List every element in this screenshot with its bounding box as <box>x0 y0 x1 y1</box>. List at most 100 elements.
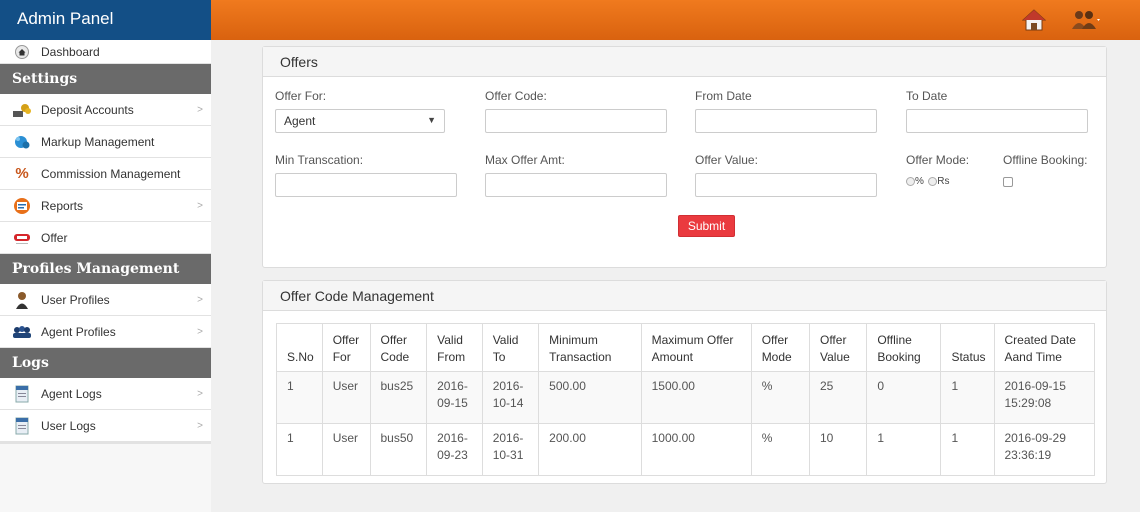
column-header: Offer Code <box>369 323 428 372</box>
table-cell: bus50 <box>369 423 428 476</box>
chevron-right-icon: > <box>197 294 203 305</box>
column-header: Offer Value <box>808 323 868 372</box>
column-header: Offer For <box>321 323 371 372</box>
sidebar-item-agent-logs[interactable]: Agent Logs > <box>0 378 211 410</box>
users-icon[interactable] <box>1070 9 1100 31</box>
table-cell: User <box>321 371 371 424</box>
offer-code-table: S.No Offer For Offer Code Valid From Valid To Min… <box>276 323 1095 476</box>
log-icon <box>12 385 32 403</box>
table-cell: 2016- 09-23 <box>426 423 483 476</box>
top-bar <box>211 0 1140 40</box>
table-row: 1 User bus50 2016- 09-23 2016- 10-31 200.00 1000… <box>276 423 1095 476</box>
offer-for-value: Agent <box>284 114 316 128</box>
submit-button[interactable]: Submit <box>678 215 735 237</box>
sidebar: Dashboard Settings Deposit Accounts > Ma… <box>0 40 211 512</box>
column-header: Created Date Aand Time <box>993 323 1095 372</box>
sidebar-item-label: Dashboard <box>41 44 100 59</box>
column-header: Valid From <box>426 323 483 372</box>
column-header: Minimum Transaction <box>538 323 642 372</box>
sidebar-item-commission-management[interactable]: % Commission Management <box>0 158 211 190</box>
table-cell: 2016- 10-14 <box>481 371 540 424</box>
ocm-panel-title: Offer Code Management <box>263 281 1106 311</box>
offer-icon <box>12 229 32 247</box>
min-transaction-input[interactable] <box>275 173 457 197</box>
table-cell: 1 <box>276 371 323 424</box>
deposit-icon <box>12 101 32 119</box>
offer-mode-rs-radio[interactable] <box>928 177 938 187</box>
sidebar-item-label: User Profiles <box>41 292 110 307</box>
offers-panel: Offers Offer For: Agent ▼ Offer Code: Fr… <box>262 46 1107 268</box>
offer-code-label: Offer Code: <box>485 89 547 103</box>
percent-icon: % <box>15 165 29 182</box>
table-cell: bus25 <box>369 371 428 424</box>
chevron-right-icon: > <box>197 420 203 431</box>
table-cell: % <box>750 423 810 476</box>
offer-value-input[interactable] <box>695 173 877 197</box>
sidebar-item-reports[interactable]: Reports > <box>0 190 211 222</box>
brand-title[interactable]: Admin Panel <box>0 0 211 40</box>
sidebar-item-label: Commission Management <box>41 166 181 181</box>
offer-code-input[interactable] <box>485 109 667 133</box>
sidebar-item-label: Agent Profiles <box>41 324 116 339</box>
offer-code-management-panel: Offer Code Management S.No Offer For Offer C… <box>262 280 1107 484</box>
sidebar-item-offer[interactable]: Offer <box>0 222 211 254</box>
table-cell: 1 <box>940 423 995 476</box>
table-cell: 200.00 <box>538 423 642 476</box>
table-cell: 1000.00 <box>640 423 752 476</box>
chevron-right-icon: > <box>197 104 203 115</box>
sidebar-item-user-logs[interactable]: User Logs > <box>0 410 211 442</box>
table-cell: 1 <box>940 371 995 424</box>
max-offer-input[interactable] <box>485 173 667 197</box>
to-date-input[interactable] <box>906 109 1088 133</box>
table-cell: 500.00 <box>538 371 642 424</box>
chevron-right-icon: > <box>197 326 203 337</box>
sidebar-item-markup-management[interactable]: Markup Management <box>0 126 211 158</box>
offline-booking-label: Offline Booking: <box>1003 153 1088 167</box>
table-cell: 1 <box>866 423 942 476</box>
max-offer-label: Max Offer Amt: <box>485 153 565 167</box>
column-header: Status <box>940 323 995 372</box>
sidebar-item-dashboard[interactable]: Dashboard <box>0 40 211 64</box>
column-header: Maximum Offer Amount <box>640 323 752 372</box>
chevron-right-icon: > <box>197 388 203 399</box>
sidebar-item-deposit-accounts[interactable]: Deposit Accounts > <box>0 94 211 126</box>
home-icon[interactable] <box>1022 9 1046 31</box>
column-header: Offline Booking <box>866 323 942 372</box>
offer-mode-percent-radio[interactable] <box>906 177 915 187</box>
table-cell: 1 <box>276 423 323 476</box>
caret-down-icon: ▼ <box>427 115 436 125</box>
sidebar-item-user-profiles[interactable]: User Profiles > <box>0 284 211 316</box>
table-row: 1 User bus25 2016- 09-15 2016- 10-14 500.00 1500… <box>276 371 1095 424</box>
offer-mode-group: % Rs <box>906 174 950 188</box>
from-date-input[interactable] <box>695 109 877 133</box>
table-cell: % <box>750 371 810 424</box>
table-cell: 10 <box>808 423 868 476</box>
section-logs: Logs <box>0 348 211 378</box>
user-icon <box>12 291 32 309</box>
sidebar-item-label: Offer <box>41 230 68 245</box>
sidebar-item-agent-profiles[interactable]: Agent Profiles > <box>0 316 211 348</box>
table-header-row: S.No Offer For Offer Code Valid From Valid To Min… <box>276 323 1095 372</box>
markup-icon <box>12 133 32 151</box>
table-cell: 2016- 09-15 <box>426 371 483 424</box>
sidebar-item-label: Markup Management <box>41 134 155 149</box>
column-header: S.No <box>276 323 323 372</box>
column-header: Valid To <box>481 323 540 372</box>
dashboard-icon <box>12 43 32 61</box>
reports-icon <box>12 197 32 215</box>
sidebar-item-label: Reports <box>41 198 84 213</box>
offer-for-label: Offer For: <box>275 89 327 103</box>
table-cell: 0 <box>866 371 942 424</box>
agent-icon <box>12 323 32 341</box>
section-settings: Settings <box>0 64 211 94</box>
table-cell: 2016-09-29 23:36:19 <box>993 423 1095 476</box>
offline-booking-checkbox[interactable] <box>1003 177 1013 187</box>
chevron-right-icon: > <box>197 200 203 211</box>
offer-value-label: Offer Value: <box>695 153 758 167</box>
offer-for-select[interactable]: Agent ▼ <box>275 109 445 133</box>
log-icon <box>12 417 32 435</box>
offer-table-wrapper: S.No Offer For Offer Code Valid From Valid To Min… <box>276 323 1095 476</box>
offer-mode-rs-label: Rs <box>937 176 950 188</box>
offers-panel-title: Offers <box>263 47 1106 77</box>
to-date-label: To Date <box>906 89 948 103</box>
